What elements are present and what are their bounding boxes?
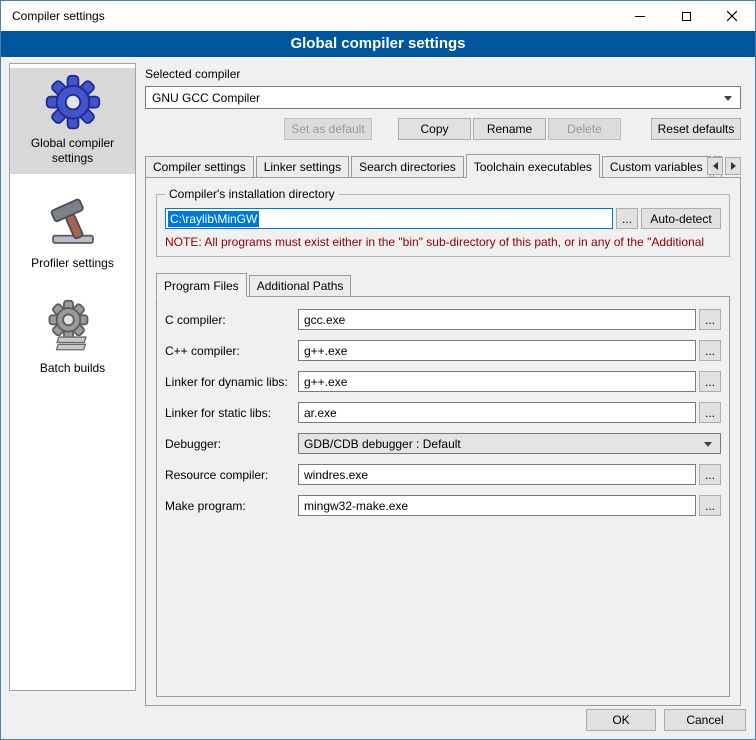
minimize-icon bbox=[635, 16, 645, 17]
debugger-select[interactable]: GDB/CDB debugger : Default bbox=[298, 433, 721, 454]
reset-defaults-button[interactable]: Reset defaults bbox=[651, 118, 741, 140]
tab-custom-variables[interactable]: Custom variables bbox=[602, 156, 711, 177]
window-title: Compiler settings bbox=[1, 9, 105, 23]
note-text: NOTE: All programs must exist either in … bbox=[165, 235, 721, 249]
main-panel: Selected compiler GNU GCC Compiler Set a… bbox=[145, 57, 741, 706]
delete-button[interactable]: Delete bbox=[548, 118, 621, 140]
cpp-compiler-input[interactable]: g++.exe bbox=[298, 340, 696, 361]
close-icon bbox=[727, 11, 737, 21]
hammer-icon bbox=[42, 194, 104, 252]
compiler-select-value: GNU GCC Compiler bbox=[152, 91, 260, 105]
form-row: Resource compiler: windres.exe ... bbox=[165, 464, 721, 485]
linker-dynamic-input[interactable]: g++.exe bbox=[298, 371, 696, 392]
dialog-footer: OK Cancel bbox=[586, 709, 746, 731]
tab-linker-settings[interactable]: Linker settings bbox=[256, 156, 349, 177]
ok-button[interactable]: OK bbox=[586, 709, 656, 731]
copy-button[interactable]: Copy bbox=[398, 118, 471, 140]
form-row: C++ compiler: g++.exe ... bbox=[165, 340, 721, 361]
tab-program-files[interactable]: Program Files bbox=[156, 273, 247, 297]
linker-static-browse-button[interactable]: ... bbox=[699, 402, 721, 423]
c-compiler-input[interactable]: gcc.exe bbox=[298, 309, 696, 330]
cancel-button[interactable]: Cancel bbox=[664, 709, 746, 731]
install-dir-input[interactable]: C:\raylib\MinGW bbox=[165, 208, 613, 229]
make-program-input[interactable]: mingw32-make.exe bbox=[298, 495, 696, 516]
tab-toolchain-executables[interactable]: Toolchain executables bbox=[466, 154, 600, 178]
close-button[interactable] bbox=[709, 1, 755, 31]
compiler-actions: Set as default Copy Rename Delete Reset … bbox=[145, 118, 741, 140]
sidebar-item-label: Global compiler settings bbox=[12, 136, 133, 166]
c-compiler-label: C compiler: bbox=[165, 313, 298, 327]
form-row: C compiler: gcc.exe ... bbox=[165, 309, 721, 330]
tab-additional-paths[interactable]: Additional Paths bbox=[249, 275, 352, 296]
linker-dynamic-label: Linker for dynamic libs: bbox=[165, 375, 298, 389]
debugger-select-value: GDB/CDB debugger : Default bbox=[304, 437, 461, 451]
sidebar-item-label: Batch builds bbox=[40, 361, 105, 376]
tab-compiler-settings[interactable]: Compiler settings bbox=[145, 156, 254, 177]
tab-scroll-arrows bbox=[707, 157, 741, 175]
compiler-settings-window: Compiler settings Global compiler settin… bbox=[0, 0, 756, 740]
resource-compiler-browse-button[interactable]: ... bbox=[699, 464, 721, 485]
dialog-header: Global compiler settings bbox=[1, 31, 755, 57]
program-files-tabstrip: Program Files Additional Paths bbox=[156, 273, 730, 296]
selected-compiler-label: Selected compiler bbox=[145, 67, 741, 81]
set-as-default-button[interactable]: Set as default bbox=[284, 118, 372, 140]
tab-scroll-right-button[interactable] bbox=[725, 157, 741, 175]
chevron-down-icon bbox=[724, 96, 732, 101]
debugger-label: Debugger: bbox=[165, 437, 298, 451]
form-row: Linker for dynamic libs: g++.exe ... bbox=[165, 371, 721, 392]
gear-icon bbox=[42, 74, 104, 132]
sidebar: Global compiler settings Profiler settin… bbox=[9, 63, 136, 691]
dialog-body: Global compiler settings Profiler settin… bbox=[1, 57, 755, 739]
titlebar: Compiler settings bbox=[1, 1, 755, 31]
make-program-label: Make program: bbox=[165, 499, 298, 513]
batch-gear-icon bbox=[42, 299, 104, 357]
form-row: Debugger: GDB/CDB debugger : Default bbox=[165, 433, 721, 454]
sidebar-item-label: Profiler settings bbox=[31, 256, 114, 271]
form-row: Linker for static libs: ar.exe ... bbox=[165, 402, 721, 423]
chevron-down-icon bbox=[704, 442, 712, 447]
auto-detect-button[interactable]: Auto-detect bbox=[641, 208, 721, 229]
settings-tabstrip: Compiler settings Linker settings Search… bbox=[145, 154, 741, 177]
install-dir-value: C:\raylib\MinGW bbox=[168, 211, 259, 227]
tab-scroll-left-button[interactable] bbox=[707, 157, 723, 175]
cpp-compiler-label: C++ compiler: bbox=[165, 344, 298, 358]
make-program-browse-button[interactable]: ... bbox=[699, 495, 721, 516]
sidebar-item-global-compiler-settings[interactable]: Global compiler settings bbox=[10, 68, 135, 174]
program-files-panel: C compiler: gcc.exe ... C++ compiler: g+… bbox=[156, 296, 730, 697]
chevron-left-icon bbox=[713, 162, 718, 170]
install-dir-browse-button[interactable]: ... bbox=[616, 208, 638, 229]
linker-static-input[interactable]: ar.exe bbox=[298, 402, 696, 423]
maximize-button[interactable] bbox=[663, 1, 709, 31]
minimize-button[interactable] bbox=[617, 1, 663, 31]
window-controls bbox=[617, 1, 755, 31]
form-row: Make program: mingw32-make.exe ... bbox=[165, 495, 721, 516]
installation-directory-group: Compiler's installation directory C:\ray… bbox=[156, 194, 730, 257]
chevron-right-icon bbox=[731, 162, 736, 170]
resource-compiler-label: Resource compiler: bbox=[165, 468, 298, 482]
maximize-icon bbox=[682, 12, 691, 21]
compiler-select[interactable]: GNU GCC Compiler bbox=[145, 86, 741, 109]
installation-directory-row: C:\raylib\MinGW ... Auto-detect bbox=[165, 208, 721, 229]
rename-button[interactable]: Rename bbox=[473, 118, 546, 140]
sidebar-item-batch-builds[interactable]: Batch builds bbox=[10, 293, 135, 384]
toolchain-executables-page: Compiler's installation directory C:\ray… bbox=[145, 177, 741, 706]
sidebar-item-profiler-settings[interactable]: Profiler settings bbox=[10, 188, 135, 279]
installation-directory-label: Compiler's installation directory bbox=[165, 187, 339, 201]
c-compiler-browse-button[interactable]: ... bbox=[699, 309, 721, 330]
tab-search-directories[interactable]: Search directories bbox=[351, 156, 464, 177]
linker-dynamic-browse-button[interactable]: ... bbox=[699, 371, 721, 392]
cpp-compiler-browse-button[interactable]: ... bbox=[699, 340, 721, 361]
resource-compiler-input[interactable]: windres.exe bbox=[298, 464, 696, 485]
linker-static-label: Linker for static libs: bbox=[165, 406, 298, 420]
